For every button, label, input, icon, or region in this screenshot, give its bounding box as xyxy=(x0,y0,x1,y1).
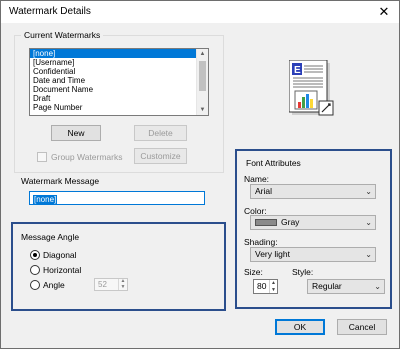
list-item[interactable]: [Username] xyxy=(30,58,208,67)
chevron-down-icon: ⌄ xyxy=(365,250,372,259)
delete-button[interactable]: Delete xyxy=(134,125,187,141)
angle-radio-row[interactable]: Angle xyxy=(30,280,65,290)
font-name-value: Arial xyxy=(255,186,273,196)
font-style-select[interactable]: Regular ⌄ xyxy=(307,279,385,294)
list-item[interactable]: Document Name xyxy=(30,85,208,94)
horizontal-radio[interactable] xyxy=(30,265,40,275)
font-name-select[interactable]: Arial ⌄ xyxy=(250,184,376,199)
angle-spinbox[interactable]: 52 ▲ ▼ xyxy=(94,278,128,291)
list-item[interactable]: Date and Time xyxy=(30,76,208,85)
dialog-title: Watermark Details xyxy=(9,6,91,17)
group-watermarks-checkbox-row[interactable]: Group Watermarks xyxy=(37,152,122,162)
angle-value: 52 xyxy=(98,280,107,289)
ok-button[interactable]: OK xyxy=(275,319,325,335)
watermark-preview-icon: E xyxy=(289,60,334,116)
chevron-down-icon: ⌄ xyxy=(365,187,372,196)
watermark-message-input[interactable]: [none] xyxy=(29,191,205,205)
watermark-message-value: [none] xyxy=(33,195,58,204)
list-item[interactable]: Confidential xyxy=(30,67,208,76)
diagonal-radio[interactable] xyxy=(30,250,40,260)
listbox-scrollbar[interactable]: ▲ ▼ xyxy=(196,49,208,115)
shading-value: Very light xyxy=(255,249,290,259)
diagonal-label: Diagonal xyxy=(43,250,77,260)
font-size-value: 80 xyxy=(257,281,267,291)
font-attributes-label: Font Attributes xyxy=(243,158,304,168)
style-label: Style: xyxy=(292,267,314,277)
angle-spin-buttons[interactable]: ▲ ▼ xyxy=(118,278,127,290)
font-style-value: Regular xyxy=(312,281,342,291)
scroll-down-icon[interactable]: ▼ xyxy=(197,105,208,115)
current-watermarks-label: Current Watermarks xyxy=(21,30,104,40)
angle-label: Angle xyxy=(43,280,65,290)
message-angle-label: Message Angle xyxy=(18,232,83,242)
angle-radio[interactable] xyxy=(30,280,40,290)
group-watermarks-label: Group Watermarks xyxy=(51,152,123,162)
scroll-up-icon[interactable]: ▲ xyxy=(197,49,208,59)
group-watermarks-checkbox[interactable] xyxy=(37,152,47,162)
title-bar: Watermark Details ✕ xyxy=(1,1,399,23)
list-item[interactable]: [none] xyxy=(30,49,196,58)
list-item[interactable]: Draft xyxy=(30,94,208,103)
shading-select[interactable]: Very light ⌄ xyxy=(250,247,376,262)
horizontal-label: Horizontal xyxy=(43,265,82,275)
shading-label: Shading: xyxy=(244,237,278,247)
color-select[interactable]: Gray ⌄ xyxy=(250,215,376,230)
list-item[interactable]: Page Number xyxy=(30,103,208,112)
close-button[interactable]: ✕ xyxy=(369,1,399,23)
customize-button[interactable]: Customize xyxy=(134,148,187,164)
font-size-input[interactable]: 80 ▲ ▼ xyxy=(253,279,278,294)
font-size-spin-buttons[interactable]: ▲ ▼ xyxy=(269,280,277,293)
watermark-details-dialog: Watermark Details ✕ Current Watermarks [… xyxy=(0,0,400,349)
chevron-down-icon: ⌄ xyxy=(374,282,381,291)
font-name-label: Name: xyxy=(244,174,270,184)
chevron-down-icon: ⌄ xyxy=(365,218,372,227)
watermark-listbox[interactable]: [none] [Username] Confidential Date and … xyxy=(29,48,209,116)
color-value: Gray xyxy=(281,217,300,227)
cancel-button[interactable]: Cancel xyxy=(337,319,387,335)
svg-text:E: E xyxy=(294,65,301,76)
horizontal-radio-row[interactable]: Horizontal xyxy=(30,265,81,275)
watermark-message-label: Watermark Message xyxy=(18,176,103,186)
size-label: Size: xyxy=(244,267,263,277)
color-swatch xyxy=(255,219,277,227)
new-button[interactable]: New xyxy=(51,125,101,141)
scroll-thumb[interactable] xyxy=(199,61,206,91)
diagonal-radio-row[interactable]: Diagonal xyxy=(30,250,77,260)
